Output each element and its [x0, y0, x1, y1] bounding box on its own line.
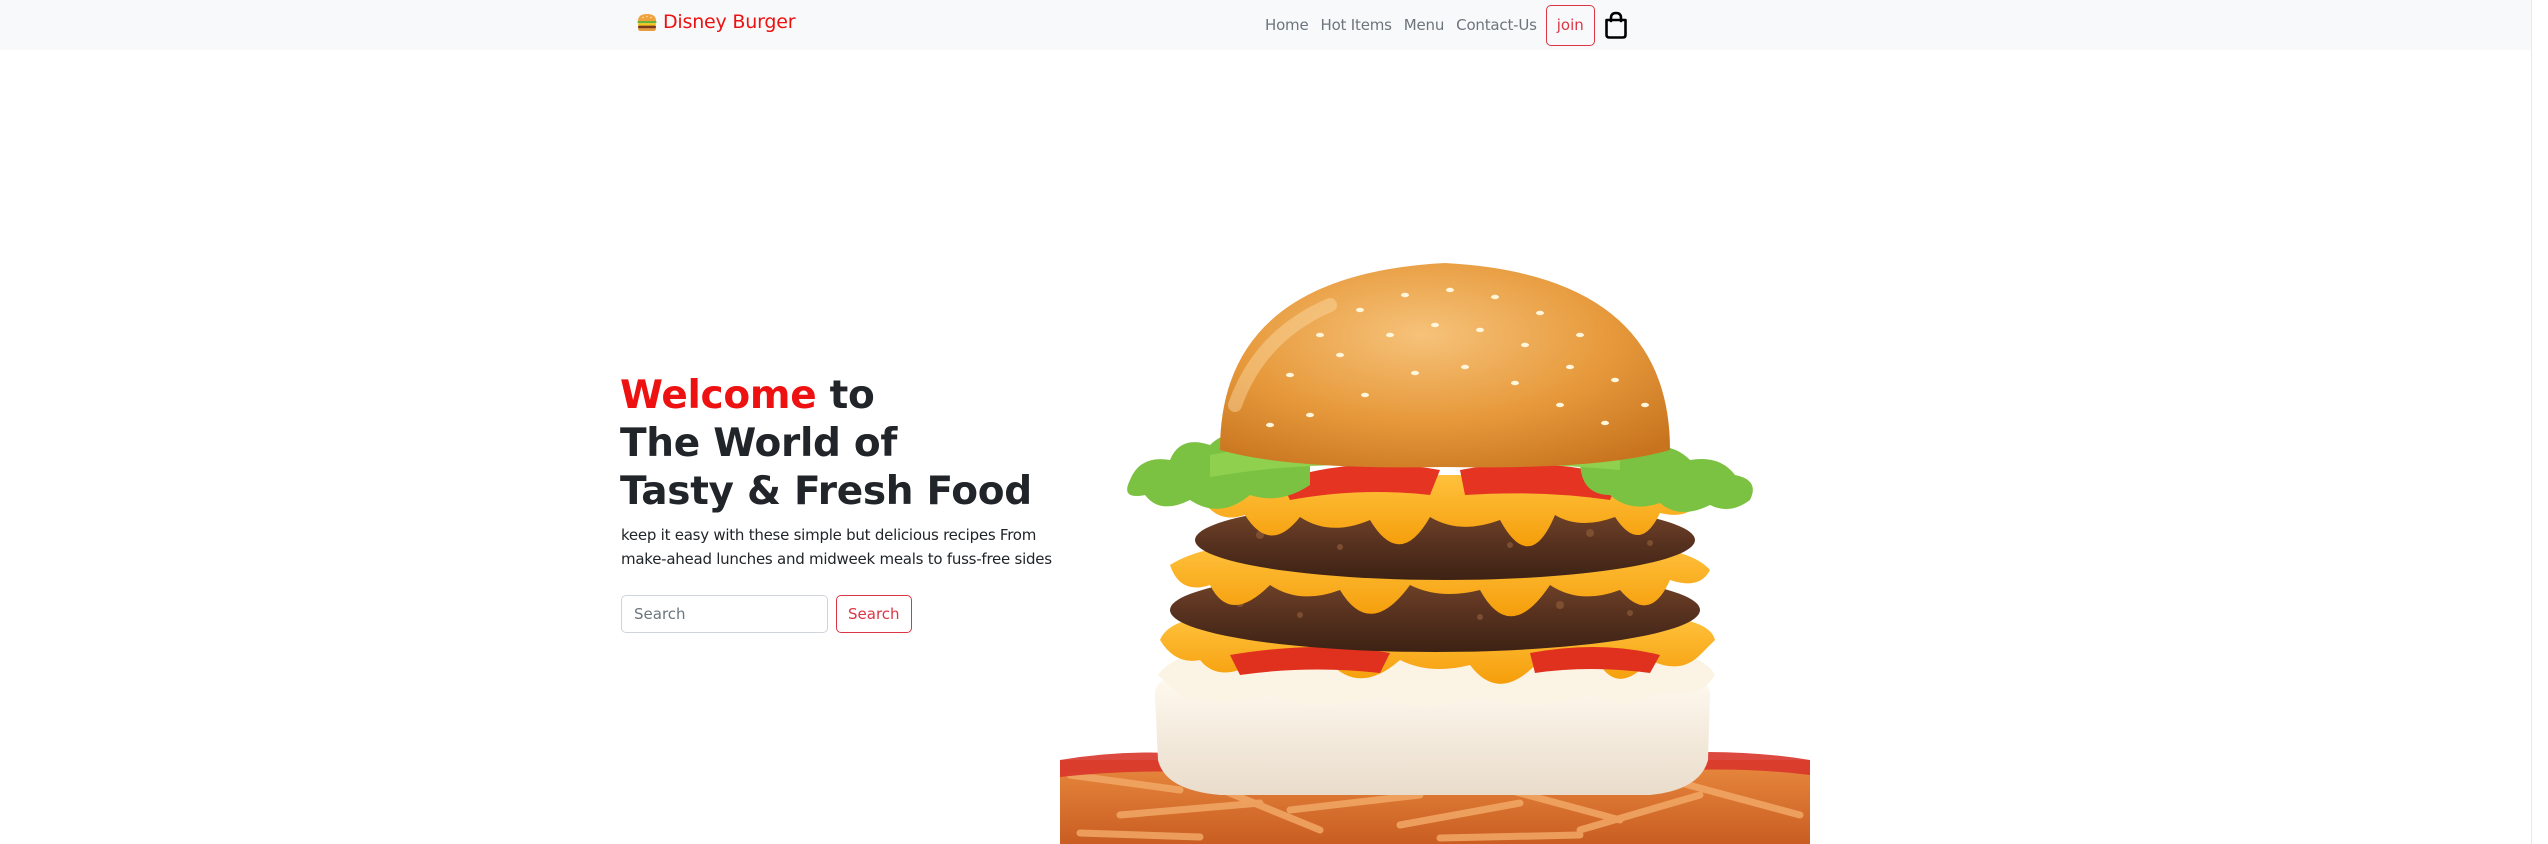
hero-description: keep it easy with these simple but delic… — [621, 526, 1052, 568]
hero-heading: Welcome to The World of Tasty & Fresh Fo… — [620, 372, 1032, 516]
join-button[interactable]: join — [1545, 4, 1595, 46]
nav-menu: Home Hot Items Menu Contact-Us join — [1262, 0, 1629, 50]
hero-to: to — [816, 373, 875, 418]
burger-icon — [635, 10, 659, 34]
navbar: Disney Burger Home Hot Items Menu Contac… — [0, 0, 2531, 50]
search-button[interactable]: Search — [836, 595, 912, 633]
hero-line-2: The World of — [620, 421, 898, 466]
nav-contact-us[interactable]: Contact-Us — [1450, 2, 1543, 48]
shopping-bag-icon[interactable] — [1603, 10, 1629, 40]
brand-link[interactable]: Disney Burger — [635, 10, 796, 34]
hero-line-3: Tasty & Fresh Food — [620, 469, 1032, 514]
nav-menu-link[interactable]: Menu — [1398, 2, 1450, 48]
search-input[interactable] — [621, 595, 828, 633]
search-form: Search — [621, 595, 912, 633]
brand-name: Disney Burger — [663, 11, 796, 33]
burger-image — [1060, 255, 1810, 844]
nav-hot-items[interactable]: Hot Items — [1315, 2, 1398, 48]
hero-welcome: Welcome — [620, 373, 817, 418]
page-scrollbar[interactable] — [2531, 0, 2548, 844]
nav-home[interactable]: Home — [1262, 2, 1315, 48]
